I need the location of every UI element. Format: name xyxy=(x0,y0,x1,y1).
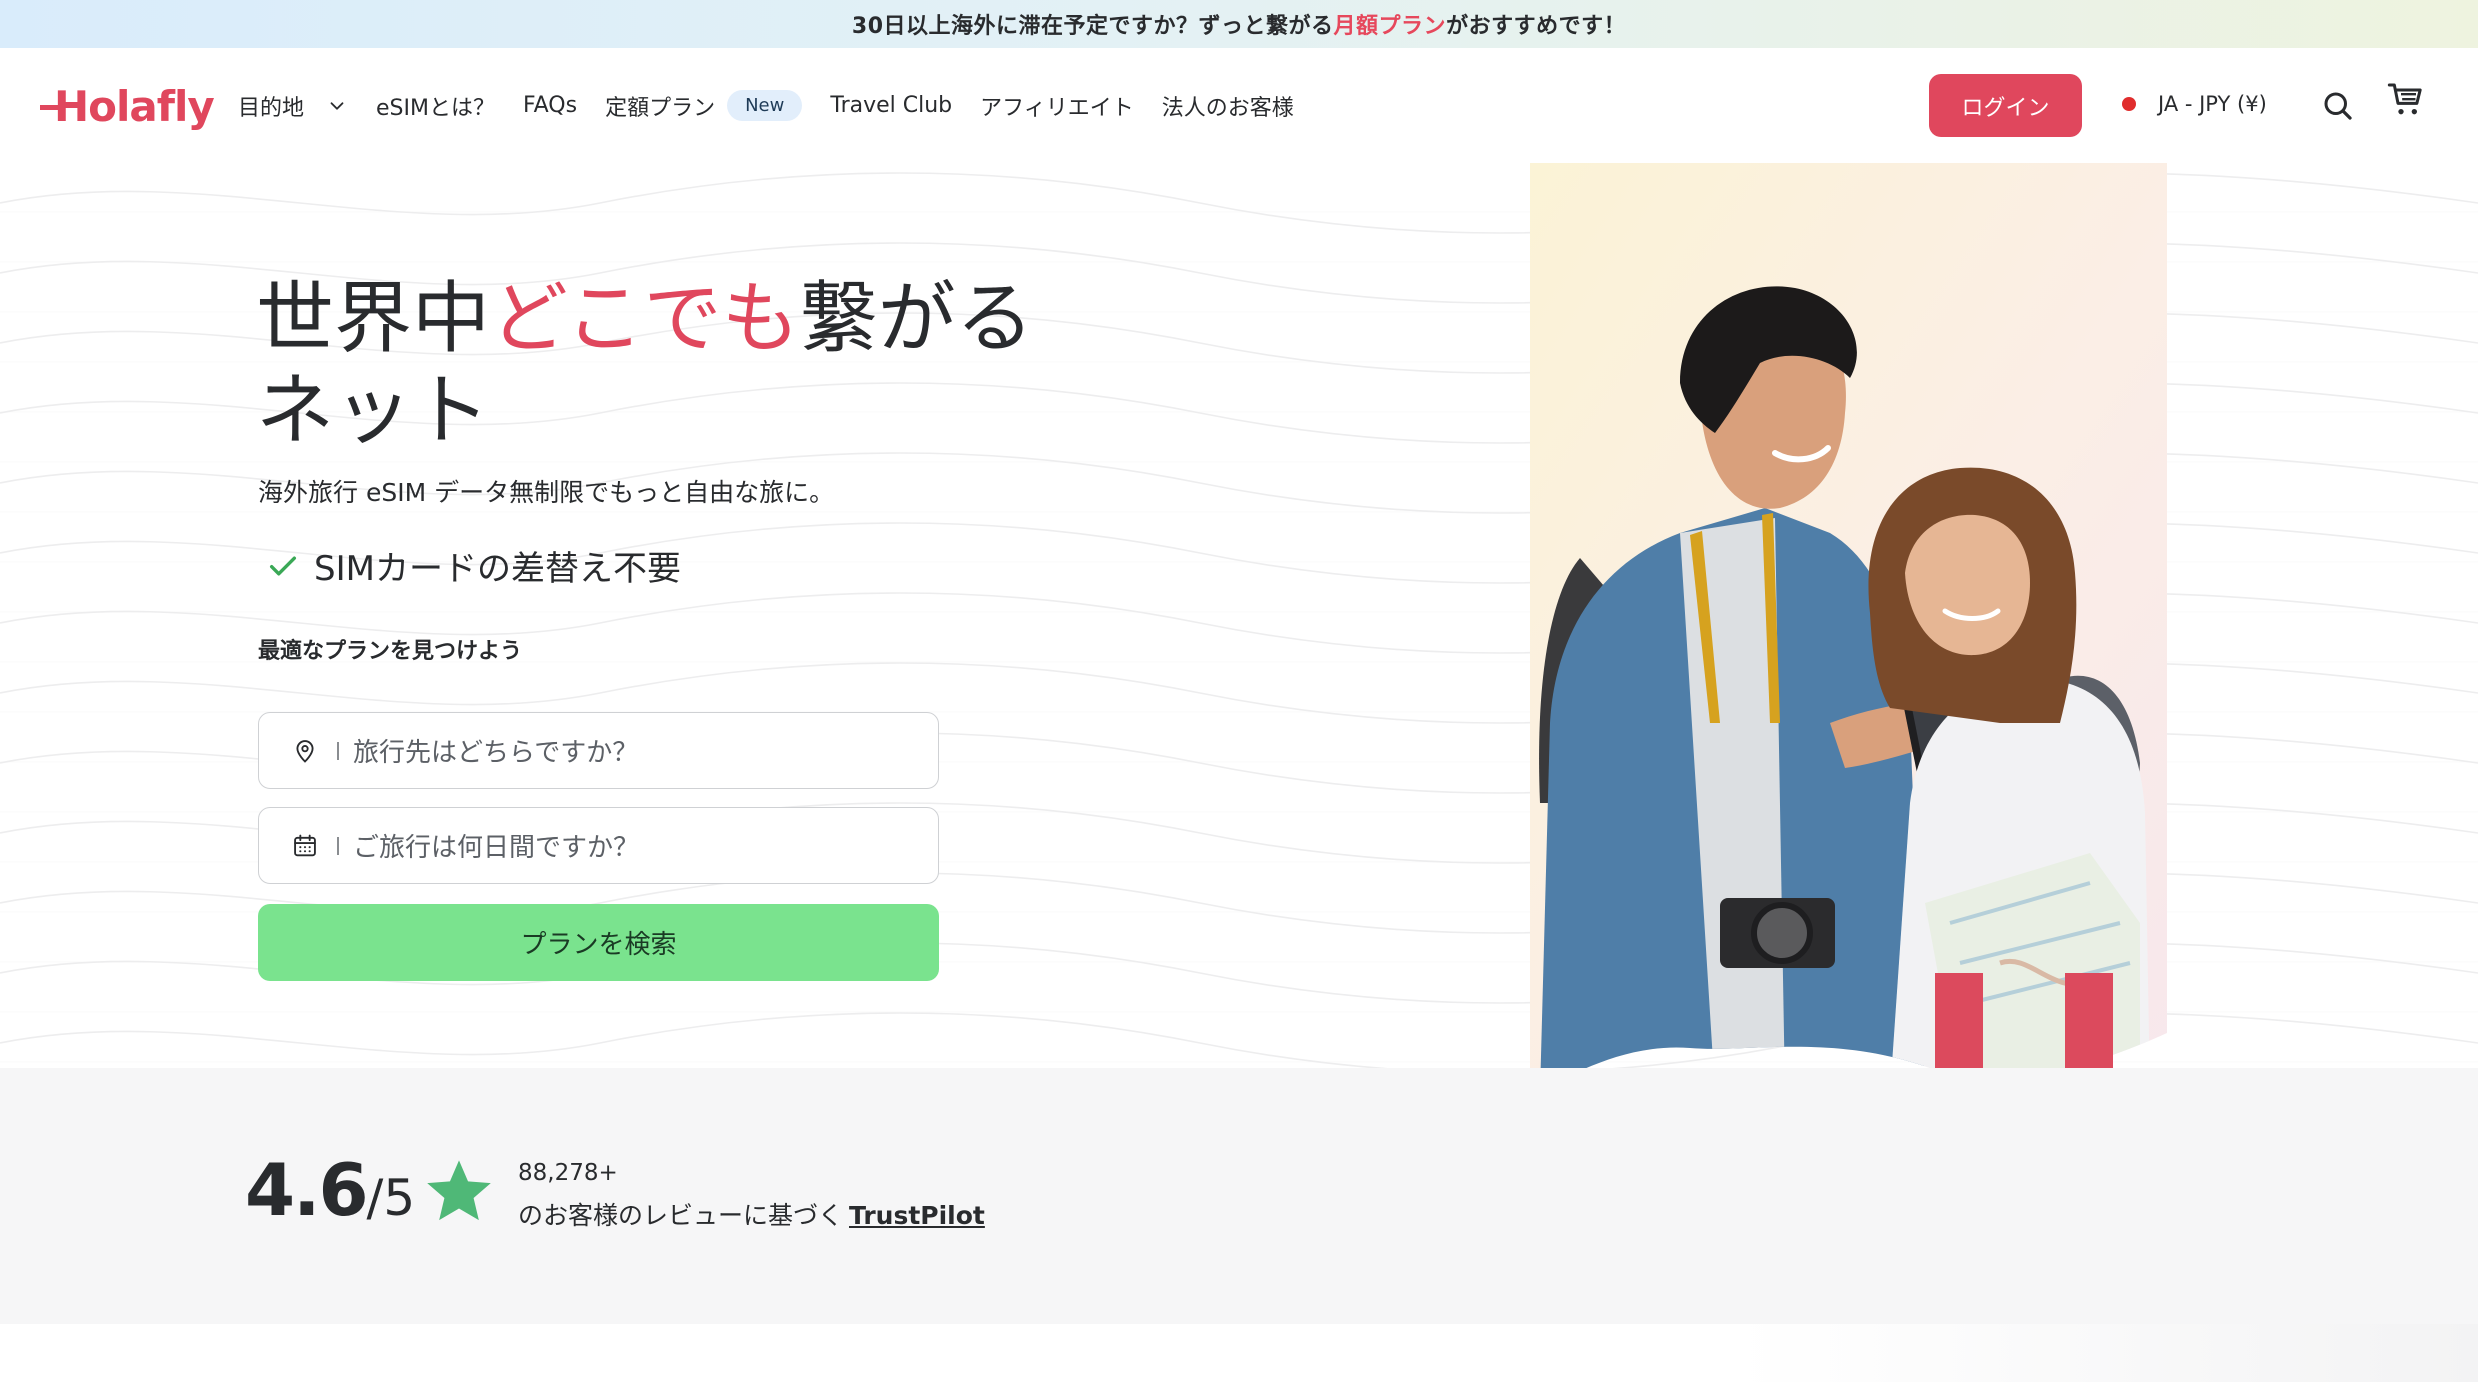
nav-monthly-plan-label: 定額プラン xyxy=(605,95,716,121)
rating-score-value: 4.6 xyxy=(245,1148,369,1232)
japan-flag-icon xyxy=(2122,97,2136,111)
nav-monthly-plan[interactable]: 定額プラン New xyxy=(605,90,803,122)
search-icon[interactable] xyxy=(2320,88,2356,124)
feature-item: SIMカードの差替え不要 xyxy=(266,541,681,590)
reviews-text: のお客様のレビューに基づく TrustPilot xyxy=(518,1196,985,1232)
next-section-edge xyxy=(0,1324,2478,1382)
destination-input[interactable]: 旅行先はどちらですか？ xyxy=(258,712,939,789)
nav-affiliate[interactable]: アフィリエイト xyxy=(980,90,1134,122)
trip-days-input[interactable]: ご旅行は何日間ですか？ xyxy=(258,807,939,884)
hero-title-part2: 繋がる xyxy=(799,274,1034,364)
field-separator xyxy=(337,836,339,855)
language-label: JA - JPY (¥) xyxy=(2158,92,2267,116)
cart-icon[interactable] xyxy=(2386,80,2426,120)
reviews-count: 88,278+ xyxy=(518,1160,618,1186)
logo-mark xyxy=(40,104,58,110)
new-badge: New xyxy=(727,90,803,121)
nav-travel-club[interactable]: Travel Club xyxy=(830,93,952,118)
rating-section: 4.6/5 88,278+ のお客様のレビューに基づく TrustPilot xyxy=(0,1068,2478,1324)
check-icon xyxy=(269,556,297,575)
page: 30日以上海外に滞在予定ですか？ずっと繋がる 月額プラン がおすすめです！ Hola… xyxy=(0,0,2478,1382)
nav-business[interactable]: 法人のお客様 xyxy=(1162,90,1294,122)
rating-score: 4.6/5 xyxy=(245,1148,415,1232)
site-header: Holafly 目的地 eSIMとは？ FAQs 定額プラン New Trave… xyxy=(0,48,2478,163)
language-selector[interactable]: JA - JPY (¥) xyxy=(2122,84,2267,124)
chevron-down-icon xyxy=(330,101,344,110)
announcement-text: 30日以上海外に滞在予定ですか？ずっと繋がる xyxy=(851,14,1334,39)
holafly-logo[interactable]: Holafly xyxy=(40,76,215,136)
star-icon xyxy=(427,1160,491,1221)
reviews-text-label: のお客様のレビューに基づく xyxy=(518,1201,844,1230)
login-button[interactable]: ログイン xyxy=(1929,74,2082,137)
announcement-bar[interactable]: 30日以上海外に滞在予定ですか？ずっと繋がる 月額プラン がおすすめです！ xyxy=(0,0,2478,48)
nav-what-is-esim[interactable]: eSIMとは？ xyxy=(376,90,495,122)
feature-label: SIMカードの差替え不要 xyxy=(314,549,681,589)
announcement-highlight[interactable]: 月額プラン xyxy=(1334,8,1447,40)
location-pin-icon xyxy=(296,739,314,763)
logo-text: Holafly xyxy=(54,81,215,131)
field-separator xyxy=(337,741,339,760)
nav-destinations-label: 目的地 xyxy=(238,95,305,121)
find-plan-label: 最適なプランを見つけよう xyxy=(258,639,523,664)
hero-title: 世界中どこでも繋がる ネット xyxy=(256,273,1156,457)
search-plans-button[interactable]: プランを検索 xyxy=(258,904,939,981)
trustpilot-link[interactable]: TrustPilot xyxy=(849,1201,985,1230)
nav-destinations[interactable]: 目的地 xyxy=(238,90,348,122)
hero-section: 世界中どこでも繋がる ネット 海外旅行 eSIM データ無制限でもっと自由な旅に… xyxy=(0,163,2478,1093)
hero-travelers-photo xyxy=(1530,163,2167,1093)
announcement-text-end: がおすすめです！ xyxy=(1446,14,1627,39)
hero-title-highlight: どこでも xyxy=(490,274,800,364)
days-placeholder: ご旅行は何日間ですか？ xyxy=(353,833,640,863)
calendar-icon xyxy=(294,834,316,856)
hero-subtitle: 海外旅行 eSIM データ無制限でもっと自由な旅に。 xyxy=(258,478,835,507)
destination-placeholder: 旅行先はどちらですか？ xyxy=(353,738,639,768)
main-nav: 目的地 eSIMとは？ FAQs 定額プラン New Travel Club ア… xyxy=(238,48,1322,163)
nav-faqs[interactable]: FAQs xyxy=(523,93,577,118)
hero-title-line2: ネット xyxy=(256,366,491,456)
rating-out-of: /5 xyxy=(366,1169,416,1227)
hero-title-part1: 世界中 xyxy=(256,274,491,364)
